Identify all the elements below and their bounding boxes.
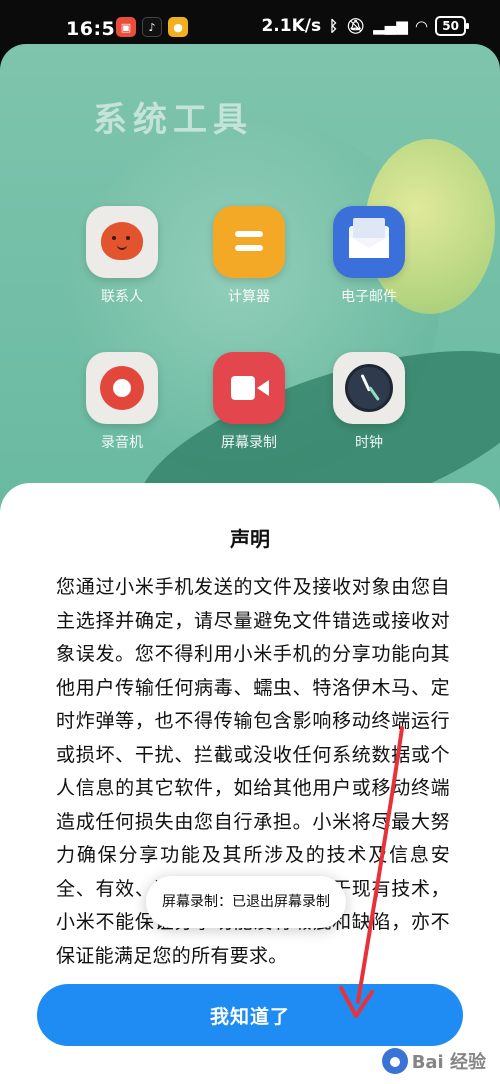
wifi-icon: ◠ <box>415 17 428 35</box>
baidu-jingyan-watermark: Bai 经验 <box>381 1048 486 1074</box>
app-contacts[interactable]: 联系人 <box>62 206 182 306</box>
app-clock[interactable]: 时钟 <box>309 352 429 452</box>
app-screen-record[interactable]: 屏幕录制 <box>189 352 309 452</box>
network-speed: 2.1K/s <box>261 16 322 36</box>
mute-icon: 🔕︎ <box>346 17 366 35</box>
app-recorder[interactable]: 录音机 <box>62 352 182 452</box>
app-label: 计算器 <box>228 289 270 305</box>
contacts-icon <box>86 206 158 278</box>
recorder-icon <box>86 352 158 424</box>
app-email[interactable]: 电子邮件 <box>309 206 429 306</box>
app-label: 时钟 <box>355 435 383 451</box>
weibo-app-icon: ▣ <box>116 17 136 37</box>
baidu-paw-icon <box>381 1048 408 1074</box>
notification-icons: ▣ ♪ ● <box>116 17 188 37</box>
clock-icon <box>333 352 405 424</box>
app-label: 电子邮件 <box>341 289 397 305</box>
folder-title: 系统工具 <box>93 100 253 140</box>
confirm-button[interactable]: 我知道了 <box>37 984 463 1046</box>
dialog-title: 声明 <box>230 527 270 551</box>
battery-icon: 50 <box>435 16 469 36</box>
notes-app-icon: ● <box>168 17 188 37</box>
bluetooth-icon: ᛒ <box>329 17 339 35</box>
app-label: 联系人 <box>101 289 143 305</box>
status-right: 2.1K/s ᛒ 🔕︎ ▂▄▆ ◠ 50 <box>261 16 469 36</box>
tiktok-app-icon: ♪ <box>142 17 162 37</box>
app-label: 屏幕录制 <box>221 435 277 451</box>
app-label: 录音机 <box>101 435 143 451</box>
toast-message: 屏幕录制：已退出屏幕录制 <box>146 876 346 928</box>
watermark-text: Bai 经验 <box>411 1052 486 1073</box>
screen-record-icon <box>213 352 285 424</box>
calculator-icon <box>213 206 285 278</box>
email-icon <box>333 206 405 278</box>
app-calculator[interactable]: 计算器 <box>189 206 309 306</box>
signal-icon: ▂▄▆ <box>373 17 408 35</box>
